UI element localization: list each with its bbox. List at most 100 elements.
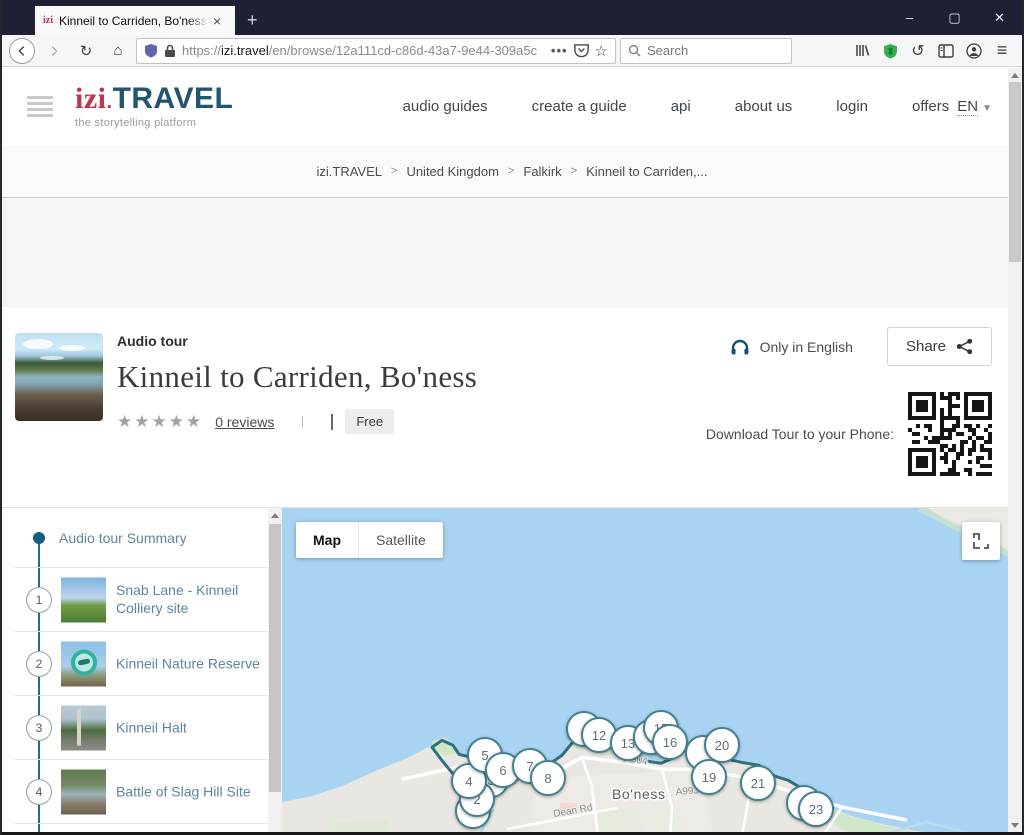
- page-actions-icon[interactable]: •••: [551, 43, 568, 58]
- stops-scrollbar[interactable]: [268, 508, 282, 835]
- share-icon: [956, 338, 973, 355]
- scroll-up-icon[interactable]: [271, 513, 279, 518]
- account-icon[interactable]: [960, 38, 988, 64]
- browser-window: izi Kinneil to Carriden, Bo'ness | izi ×…: [0, 0, 1024, 835]
- url-text: https://izi.travel/en/browse/12a111cd-c8…: [182, 43, 545, 58]
- share-button[interactable]: Share: [887, 327, 992, 366]
- tour-stop-item-4[interactable]: 4 Battle of Slag Hill Site: [15, 760, 268, 824]
- library-icon[interactable]: [848, 38, 876, 64]
- stop-number: 1: [26, 587, 52, 613]
- titlebar: izi Kinneil to Carriden, Bo'ness | izi ×…: [2, 0, 1022, 35]
- stop-label: Kinneil Nature Reserve: [116, 654, 266, 673]
- map-marker-8[interactable]: 8: [530, 760, 566, 796]
- tour-stop-item-1[interactable]: 1 Snab Lane - Kinneil Colliery site: [15, 568, 268, 632]
- language-switcher[interactable]: EN▼: [957, 98, 992, 116]
- main-nav: audio guides create a guide api about us log…: [403, 98, 950, 115]
- map-button[interactable]: Map: [296, 522, 359, 558]
- qr-code: [908, 392, 992, 476]
- bookmark-star-icon[interactable]: ☆: [595, 42, 608, 60]
- home-icon[interactable]: ⌂: [104, 38, 132, 64]
- tour-stop-item-2[interactable]: 2 Kinneil Nature Reserve: [15, 632, 268, 696]
- breadcrumb-item[interactable]: United Kingdom: [406, 164, 499, 179]
- minimize-button[interactable]: –: [887, 0, 932, 35]
- site-menu-icon[interactable]: [27, 96, 53, 117]
- map-marker-21[interactable]: 21: [740, 765, 776, 801]
- breadcrumb-item[interactable]: izi.TRAVEL: [317, 164, 383, 179]
- nav-create-a-guide[interactable]: create a guide: [532, 98, 627, 115]
- chevron-down-icon: ▼: [982, 103, 992, 114]
- nav-audio-guides[interactable]: audio guides: [403, 98, 488, 115]
- scroll-down-icon[interactable]: [1011, 823, 1019, 828]
- map-marker-16[interactable]: 16: [652, 724, 688, 760]
- pocket-icon[interactable]: [574, 44, 589, 58]
- search-placeholder: Search: [647, 43, 688, 58]
- fullscreen-button[interactable]: [962, 522, 1000, 560]
- stop-number: 3: [26, 715, 52, 741]
- nature-reserve-logo: [71, 649, 97, 675]
- stop-label: Kinneil Halt: [116, 718, 266, 737]
- language-note: Only in English: [760, 339, 853, 355]
- stop-thumbnail: [61, 577, 106, 622]
- history-icon[interactable]: ↺: [904, 38, 932, 64]
- scrollbar-thumb[interactable]: [1009, 82, 1021, 262]
- sidebar-toggle-icon[interactable]: [932, 38, 960, 64]
- breadcrumb-separator: >: [391, 165, 397, 177]
- nav-login[interactable]: login: [836, 98, 868, 115]
- back-button[interactable]: [8, 38, 36, 64]
- download-note: Download Tour to your Phone:: [706, 426, 894, 442]
- nav-offers[interactable]: offers: [912, 98, 949, 115]
- divider: [331, 414, 333, 430]
- audio-tour-summary-item[interactable]: Audio tour Summary: [15, 508, 268, 568]
- lock-icon: [164, 44, 176, 58]
- map[interactable]: Bo'nessA904A904A993Dean Rd Map Satellite…: [282, 508, 1022, 835]
- map-marker-20[interactable]: 20: [704, 727, 740, 763]
- map-label: Bo'ness: [612, 786, 666, 802]
- breadcrumb-item[interactable]: Kinneil to Carriden,...: [586, 164, 707, 179]
- headphones-icon: [730, 338, 750, 356]
- url-bar[interactable]: https://izi.travel/en/browse/12a111cd-c8…: [136, 38, 616, 64]
- page-scrollbar[interactable]: [1008, 68, 1022, 832]
- new-tab-button[interactable]: +: [247, 8, 258, 32]
- menu-icon[interactable]: ≡: [988, 38, 1016, 64]
- satellite-button[interactable]: Satellite: [359, 522, 443, 558]
- stop-label: Battle of Slag Hill Site: [116, 782, 266, 801]
- reload-icon[interactable]: ↻: [72, 38, 100, 64]
- stop-number: 2: [26, 651, 52, 677]
- browser-tab[interactable]: izi Kinneil to Carriden, Bo'ness | izi ×: [35, 6, 235, 35]
- map-type-control: Map Satellite: [296, 522, 443, 558]
- tab-close-icon[interactable]: ×: [213, 13, 221, 29]
- page-content: izi.TRAVEL the storytelling platform aud…: [2, 68, 1022, 832]
- reviews-link[interactable]: 0 reviews: [215, 414, 274, 430]
- rating-stars: ★★★★★: [117, 412, 203, 432]
- stop-label: Snab Lane - Kinneil Colliery site: [116, 581, 266, 619]
- breadcrumb-separator: >: [508, 165, 514, 177]
- stop-number: 4: [26, 779, 52, 805]
- stop-thumbnail: [61, 769, 106, 814]
- tour-stops-list: Audio tour Summary 1 Snab Lane - Kinneil …: [15, 508, 268, 835]
- map-marker-23[interactable]: 23: [798, 791, 834, 827]
- tour-stops-panel: Audio tour Summary 1 Snab Lane - Kinneil …: [15, 508, 282, 835]
- nav-about-us[interactable]: about us: [735, 98, 793, 115]
- search-bar[interactable]: Search: [620, 38, 792, 64]
- nav-api[interactable]: api: [671, 98, 691, 115]
- map-marker-19[interactable]: 19: [691, 759, 727, 795]
- extension-shield-icon[interactable]: [876, 38, 904, 64]
- tab-title: Kinneil to Carriden, Bo'ness | izi: [59, 14, 209, 28]
- scroll-up-icon[interactable]: [1011, 73, 1019, 78]
- maximize-button[interactable]: ▢: [932, 0, 977, 35]
- forward-button[interactable]: [40, 38, 68, 64]
- breadcrumb-separator: >: [571, 165, 577, 177]
- stop-thumbnail: [61, 641, 106, 686]
- tour-info-section: Audio tour Kinneil to Carriden, Bo'ness …: [2, 307, 1022, 507]
- breadcrumb-item[interactable]: Falkirk: [523, 164, 561, 179]
- tour-stop-item-3[interactable]: 3 Kinneil Halt: [15, 696, 268, 760]
- scrollbar-thumb[interactable]: [269, 524, 281, 792]
- logo-tagline: the storytelling platform: [75, 118, 233, 129]
- site-header: izi.TRAVEL the storytelling platform aud…: [2, 68, 1022, 145]
- close-button[interactable]: ✕: [977, 0, 1022, 35]
- search-icon: [628, 44, 641, 57]
- price-badge: Free: [345, 409, 394, 434]
- izi-travel-logo[interactable]: izi.TRAVEL the storytelling platform: [75, 84, 233, 129]
- breadcrumb: izi.TRAVEL > United Kingdom > Falkirk > Kinnei…: [2, 145, 1022, 197]
- divider: [302, 416, 303, 428]
